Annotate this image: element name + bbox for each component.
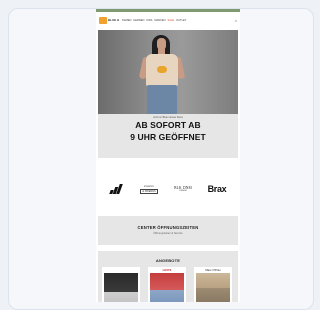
nav-item-damen[interactable]: DAMEN	[122, 19, 131, 22]
opening-promo[interactable]: Jetzt im Blue House Store AB SOFORT AB 9…	[98, 114, 238, 158]
brand-lovers-logo[interactable]: Lovers & FRIENDS	[138, 183, 160, 195]
brand-lovers-text: Lovers	[144, 184, 154, 188]
offer-tile[interactable]	[102, 267, 140, 302]
nav-item-kids[interactable]: KIDS	[146, 19, 152, 22]
brand-lovers-sub: & FRIENDS	[140, 189, 158, 194]
offer-tile-image	[196, 273, 230, 302]
offer-tile-image	[150, 273, 184, 302]
offer-tile-image	[104, 273, 138, 302]
offers-title: ANGEBOTE	[155, 258, 181, 263]
center-title: CENTER ÖFFNUNGSZEITEN	[137, 225, 199, 230]
promo-kicker: Jetzt im Blue House Store	[153, 116, 183, 119]
hero-model-image	[138, 35, 198, 114]
offer-tile[interactable]: Marc O'Polo	[194, 267, 232, 302]
main-nav: DAMEN HERREN KIDS MARKEN SALE OUTLET	[122, 19, 186, 22]
mobile-page-preview[interactable]: BLUE HOUSE DAMEN HERREN KIDS MARKEN SALE…	[96, 9, 240, 302]
offer-tile-label: Marc O'Polo	[205, 268, 221, 272]
offer-tile[interactable]: LEVI'S	[148, 267, 186, 302]
bag-icon[interactable]: ⌂	[235, 18, 237, 23]
nav-item-marken[interactable]: MARKEN	[154, 19, 165, 22]
offers-section: ANGEBOTE LEVI'S Marc O'Polo	[98, 251, 238, 302]
offer-tile-label	[102, 268, 140, 272]
promo-title-line-2: 9 UHR GEÖFFNET	[130, 131, 206, 142]
nav-item-outlet[interactable]: OUTLET	[176, 19, 186, 22]
logo-text: BLUE HOUSE	[108, 18, 119, 22]
hero-banner[interactable]	[98, 30, 238, 114]
logo-mark-icon	[99, 16, 107, 24]
center-hours-section[interactable]: CENTER ÖFFNUNGSZEITEN Öffnungszeiten & S…	[98, 216, 238, 245]
brand-logos-row: Lovers & FRIENDS BLK DNM DENIM Brax	[98, 161, 238, 213]
nav-item-herren[interactable]: HERREN	[133, 19, 144, 22]
promo-title-line-1: AB SOFORT AB	[135, 120, 201, 130]
brand-brax-logo[interactable]: Brax	[202, 183, 232, 195]
header-icons: ⌂	[235, 18, 237, 23]
brand-brax-text: Brax	[207, 184, 227, 194]
store-logo[interactable]: BLUE HOUSE	[99, 16, 119, 24]
brand-blk-logo[interactable]: BLK DNM DENIM	[170, 183, 196, 195]
brand-blk-sub: DENIM	[179, 190, 187, 192]
brand-adidas-logo[interactable]	[106, 183, 126, 195]
site-header: BLUE HOUSE DAMEN HERREN KIDS MARKEN SALE…	[96, 12, 240, 28]
offer-tile-label: LEVI'S	[162, 268, 172, 272]
nav-item-sale[interactable]: SALE	[168, 19, 175, 22]
center-subtitle: Öffnungszeiten & Service	[153, 232, 183, 235]
